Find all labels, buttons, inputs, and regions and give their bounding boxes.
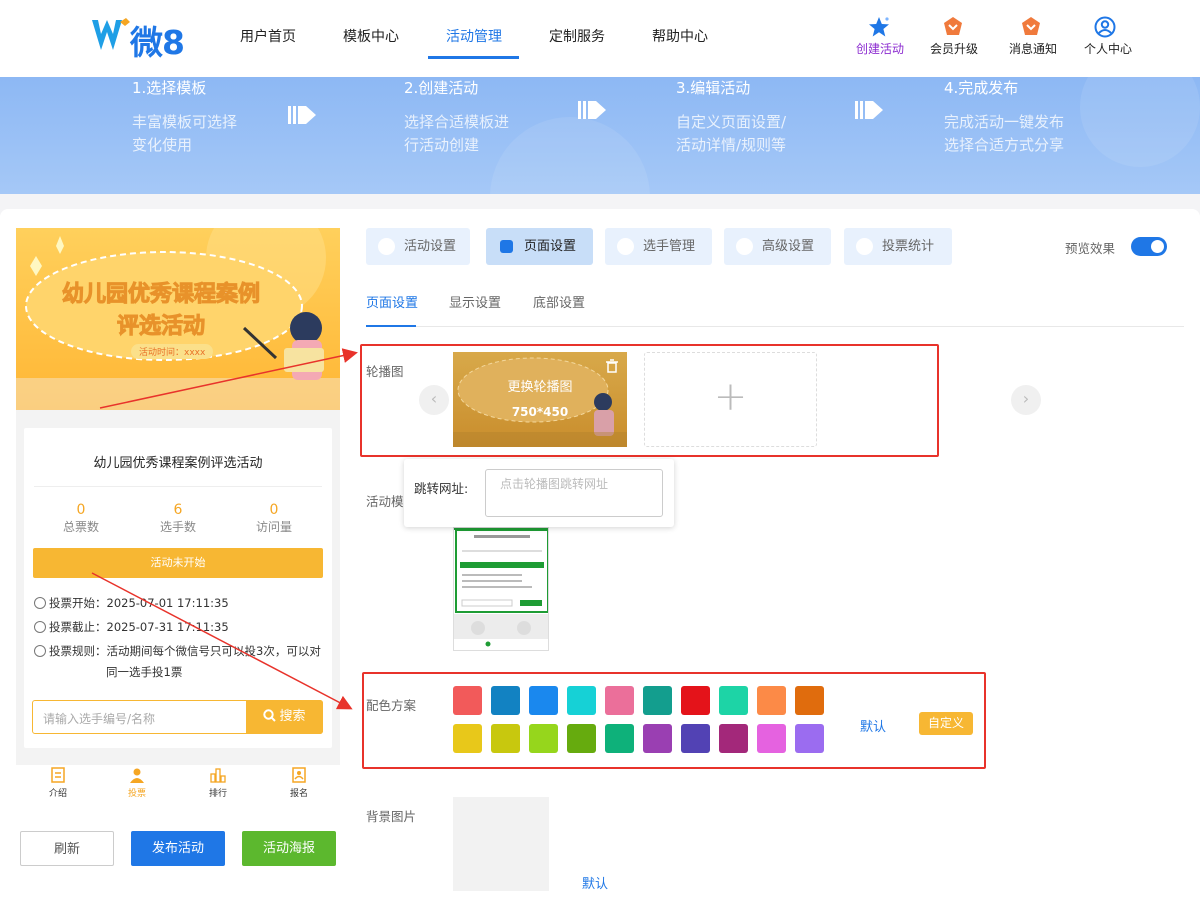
annotation-arrows xyxy=(91,348,358,710)
arrow-to-carousel xyxy=(99,348,358,409)
arrow-to-colors xyxy=(91,572,353,710)
